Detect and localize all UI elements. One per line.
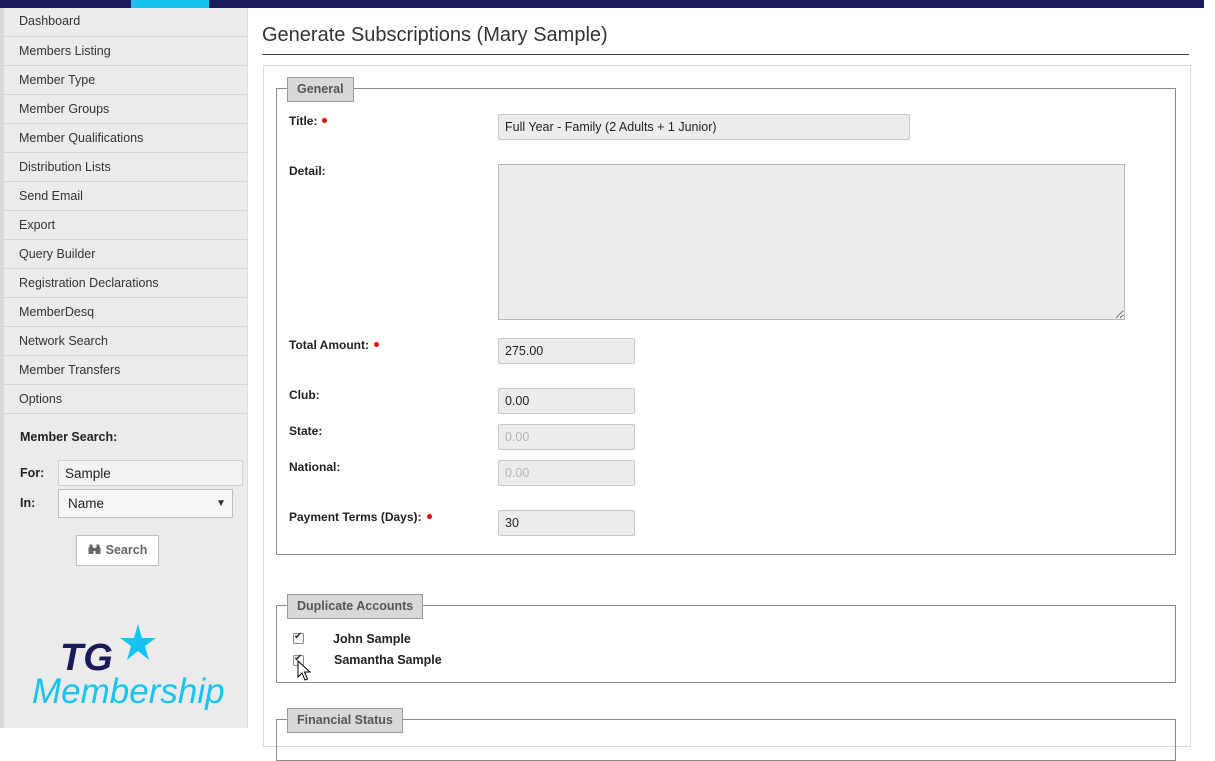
sidebar-item-memberdesq[interactable]: MemberDesq bbox=[4, 298, 247, 327]
detail-label: Detail: bbox=[289, 164, 326, 178]
title-input[interactable] bbox=[498, 114, 910, 140]
national-label: National: bbox=[289, 460, 341, 474]
sidebar-item-member-type[interactable]: Member Type bbox=[4, 66, 247, 95]
samantha-sample-label: Samantha Sample bbox=[334, 653, 442, 667]
title-label-text: Title: bbox=[289, 114, 318, 128]
binoculars-icon bbox=[88, 536, 101, 565]
sidebar-item-members-listing[interactable]: Members Listing bbox=[4, 37, 247, 66]
national-input bbox=[498, 460, 635, 486]
club-label: Club: bbox=[289, 388, 320, 402]
caret-down-icon: ▼ bbox=[216, 498, 226, 509]
search-button-label: Search bbox=[105, 543, 148, 557]
sidebar-item-distribution-lists[interactable]: Distribution Lists bbox=[4, 153, 247, 182]
sidebar: Dashboard Members Listing Member Type Me… bbox=[4, 8, 248, 728]
required-indicator bbox=[322, 118, 328, 124]
sidebar-nav: Dashboard Members Listing Member Type Me… bbox=[4, 8, 247, 414]
payment-terms-label-text: Payment Terms (Days): bbox=[289, 510, 422, 524]
search-field-select-value: Name bbox=[68, 496, 105, 511]
search-field-select[interactable]: Name ▼ bbox=[58, 489, 233, 518]
title-label: Title: bbox=[289, 114, 328, 128]
sidebar-item-export[interactable]: Export bbox=[4, 211, 247, 240]
search-button[interactable]: Search bbox=[76, 535, 159, 566]
club-input[interactable] bbox=[498, 388, 635, 414]
sidebar-item-dashboard[interactable]: Dashboard bbox=[4, 8, 247, 37]
john-sample-label: John Sample bbox=[333, 632, 411, 646]
sidebar-item-query-builder[interactable]: Query Builder bbox=[4, 240, 247, 269]
general-fieldset bbox=[276, 88, 1176, 555]
page-title: Generate Subscriptions (Mary Sample) bbox=[262, 24, 608, 46]
sidebar-item-registration-declarations[interactable]: Registration Declarations bbox=[4, 269, 247, 298]
duplicate-accounts-legend: Duplicate Accounts bbox=[287, 594, 424, 619]
required-indicator bbox=[373, 342, 379, 348]
in-label: In: bbox=[20, 496, 36, 510]
top-bar-active-segment bbox=[131, 0, 209, 8]
financial-status-legend: Financial Status bbox=[287, 708, 403, 733]
sidebar-item-member-qualifications[interactable]: Member Qualifications bbox=[4, 124, 247, 153]
sidebar-item-network-search[interactable]: Network Search bbox=[4, 327, 247, 356]
mouse-cursor-icon bbox=[297, 660, 311, 681]
sidebar-item-options[interactable]: Options bbox=[4, 385, 247, 414]
total-amount-input[interactable] bbox=[498, 338, 635, 364]
state-input bbox=[498, 424, 635, 450]
top-bar bbox=[0, 0, 1204, 8]
financial-status-fieldset bbox=[276, 719, 1176, 761]
sidebar-item-send-email[interactable]: Send Email bbox=[4, 182, 247, 211]
payment-terms-label: Payment Terms (Days): bbox=[289, 510, 432, 524]
tg-membership-logo: TG Membership bbox=[30, 620, 230, 711]
required-indicator bbox=[426, 514, 432, 520]
payment-terms-input[interactable] bbox=[498, 510, 635, 536]
sidebar-item-member-transfers[interactable]: Member Transfers bbox=[4, 356, 247, 385]
member-search-title: Member Search: bbox=[20, 430, 118, 444]
title-divider bbox=[262, 54, 1189, 55]
john-sample-checkbox[interactable] bbox=[293, 631, 304, 644]
detail-textarea[interactable] bbox=[498, 164, 1125, 320]
state-label: State: bbox=[289, 424, 323, 438]
for-label: For: bbox=[20, 466, 45, 480]
sidebar-item-member-groups[interactable]: Member Groups bbox=[4, 95, 247, 124]
total-amount-label-text: Total Amount: bbox=[289, 338, 369, 352]
total-amount-label: Total Amount: bbox=[289, 338, 379, 352]
member-search-input[interactable] bbox=[58, 460, 243, 486]
general-legend: General bbox=[287, 77, 354, 102]
top-bar-segment bbox=[0, 0, 131, 8]
svg-text:Membership: Membership bbox=[32, 672, 225, 710]
